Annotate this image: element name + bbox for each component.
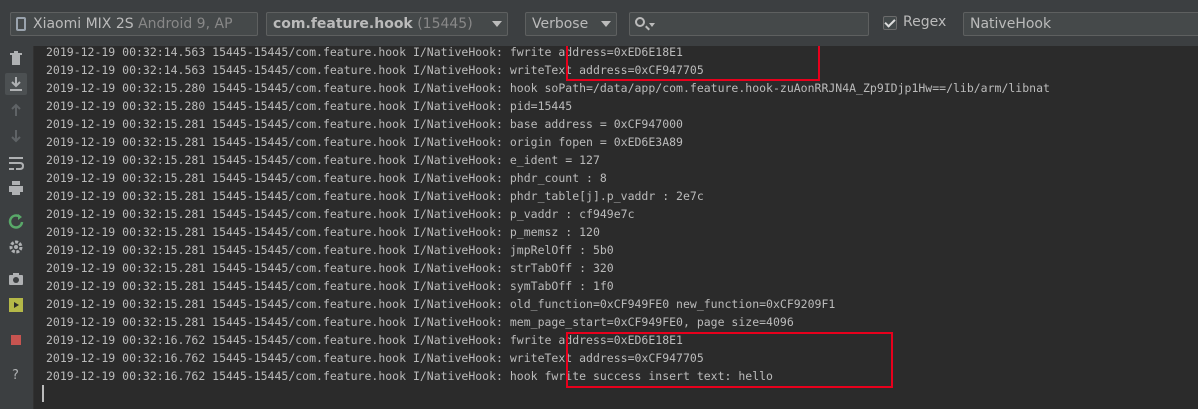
- text-cursor: [42, 385, 44, 402]
- svg-text:?: ?: [12, 368, 19, 383]
- logcat-toolbar: Xiaomi MIX 2S Android 9, AP com.feature.…: [0, 0, 1198, 46]
- log-line: 2019-12-19 00:32:15.281 15445-15445/com.…: [46, 225, 600, 239]
- scroll-to-end-icon: [10, 77, 22, 91]
- restart-icon: [8, 214, 24, 229]
- filter-dropdown[interactable]: NativeHook: [963, 12, 1198, 36]
- screen-record-icon: [9, 298, 23, 312]
- up-arrow-icon: [11, 103, 21, 116]
- regex-checkbox[interactable]: [883, 16, 897, 30]
- highlight-box: [566, 46, 820, 81]
- search-input[interactable]: [629, 12, 869, 36]
- process-pid: (15445): [417, 16, 473, 32]
- log-line: 2019-12-19 00:32:15.281 15445-15445/com.…: [46, 261, 614, 275]
- chevron-down-icon: [492, 21, 502, 27]
- device-name: Xiaomi MIX 2S: [33, 16, 134, 32]
- device-dropdown[interactable]: Xiaomi MIX 2S Android 9, AP: [10, 12, 258, 36]
- log-line: 2019-12-19 00:32:15.281 15445-15445/com.…: [46, 189, 704, 203]
- help-button[interactable]: ?: [5, 363, 27, 385]
- gear-icon: [9, 240, 23, 254]
- clear-logcat-button[interactable]: [5, 48, 27, 70]
- highlight-box: [566, 332, 893, 388]
- next-occurrence-button[interactable]: [5, 125, 27, 147]
- logcat-side-toolbar: ?: [0, 46, 34, 409]
- stop-icon: [11, 335, 21, 345]
- log-line: 2019-12-19 00:32:15.280 15445-15445/com.…: [46, 99, 573, 113]
- log-line: 2019-12-19 00:32:15.281 15445-15445/com.…: [46, 243, 614, 257]
- screen-record-button[interactable]: [5, 294, 27, 316]
- log-level-dropdown[interactable]: Verbose: [525, 12, 617, 36]
- soft-wrap-icon: [9, 157, 25, 170]
- down-arrow-icon: [11, 130, 21, 143]
- log-level-value: Verbose: [532, 16, 589, 32]
- logcat-output[interactable]: 2019-12-19 00:32:14.563 15445-15445/com.…: [35, 46, 1198, 409]
- search-history-icon[interactable]: [649, 23, 655, 27]
- settings-button[interactable]: [5, 236, 27, 258]
- previous-occurrence-button[interactable]: [5, 99, 27, 121]
- process-dropdown[interactable]: com.feature.hook (15445): [266, 12, 508, 36]
- log-line: 2019-12-19 00:32:15.281 15445-15445/com.…: [46, 135, 683, 149]
- print-button[interactable]: [5, 177, 27, 199]
- device-os: Android 9, AP: [138, 16, 233, 32]
- search-icon: [635, 17, 645, 27]
- log-line: 2019-12-19 00:32:15.280 15445-15445/com.…: [46, 81, 1050, 95]
- terminate-button[interactable]: [5, 329, 27, 351]
- camera-icon: [9, 273, 23, 285]
- screen-capture-button[interactable]: [5, 268, 27, 290]
- phone-icon: [16, 17, 26, 31]
- scroll-to-end-button[interactable]: [5, 73, 27, 95]
- print-icon: [9, 181, 23, 195]
- log-line: 2019-12-19 00:32:15.281 15445-15445/com.…: [46, 315, 794, 329]
- help-icon: ?: [12, 368, 19, 383]
- log-line: 2019-12-19 00:32:15.281 15445-15445/com.…: [46, 279, 614, 293]
- chevron-down-icon: [601, 21, 611, 27]
- log-line: 2019-12-19 00:32:15.281 15445-15445/com.…: [46, 207, 635, 221]
- soft-wrap-button[interactable]: [5, 152, 27, 174]
- trash-icon: [10, 51, 22, 65]
- log-line: 2019-12-19 00:32:15.281 15445-15445/com.…: [46, 117, 683, 131]
- filter-value: NativeHook: [970, 16, 1052, 32]
- log-line: 2019-12-19 00:32:15.281 15445-15445/com.…: [46, 297, 836, 311]
- restart-button[interactable]: [5, 211, 27, 233]
- process-name: com.feature.hook: [273, 16, 413, 32]
- regex-label: Regex: [903, 14, 947, 30]
- log-line: 2019-12-19 00:32:15.281 15445-15445/com.…: [46, 171, 607, 185]
- log-line: 2019-12-19 00:32:15.281 15445-15445/com.…: [46, 153, 600, 167]
